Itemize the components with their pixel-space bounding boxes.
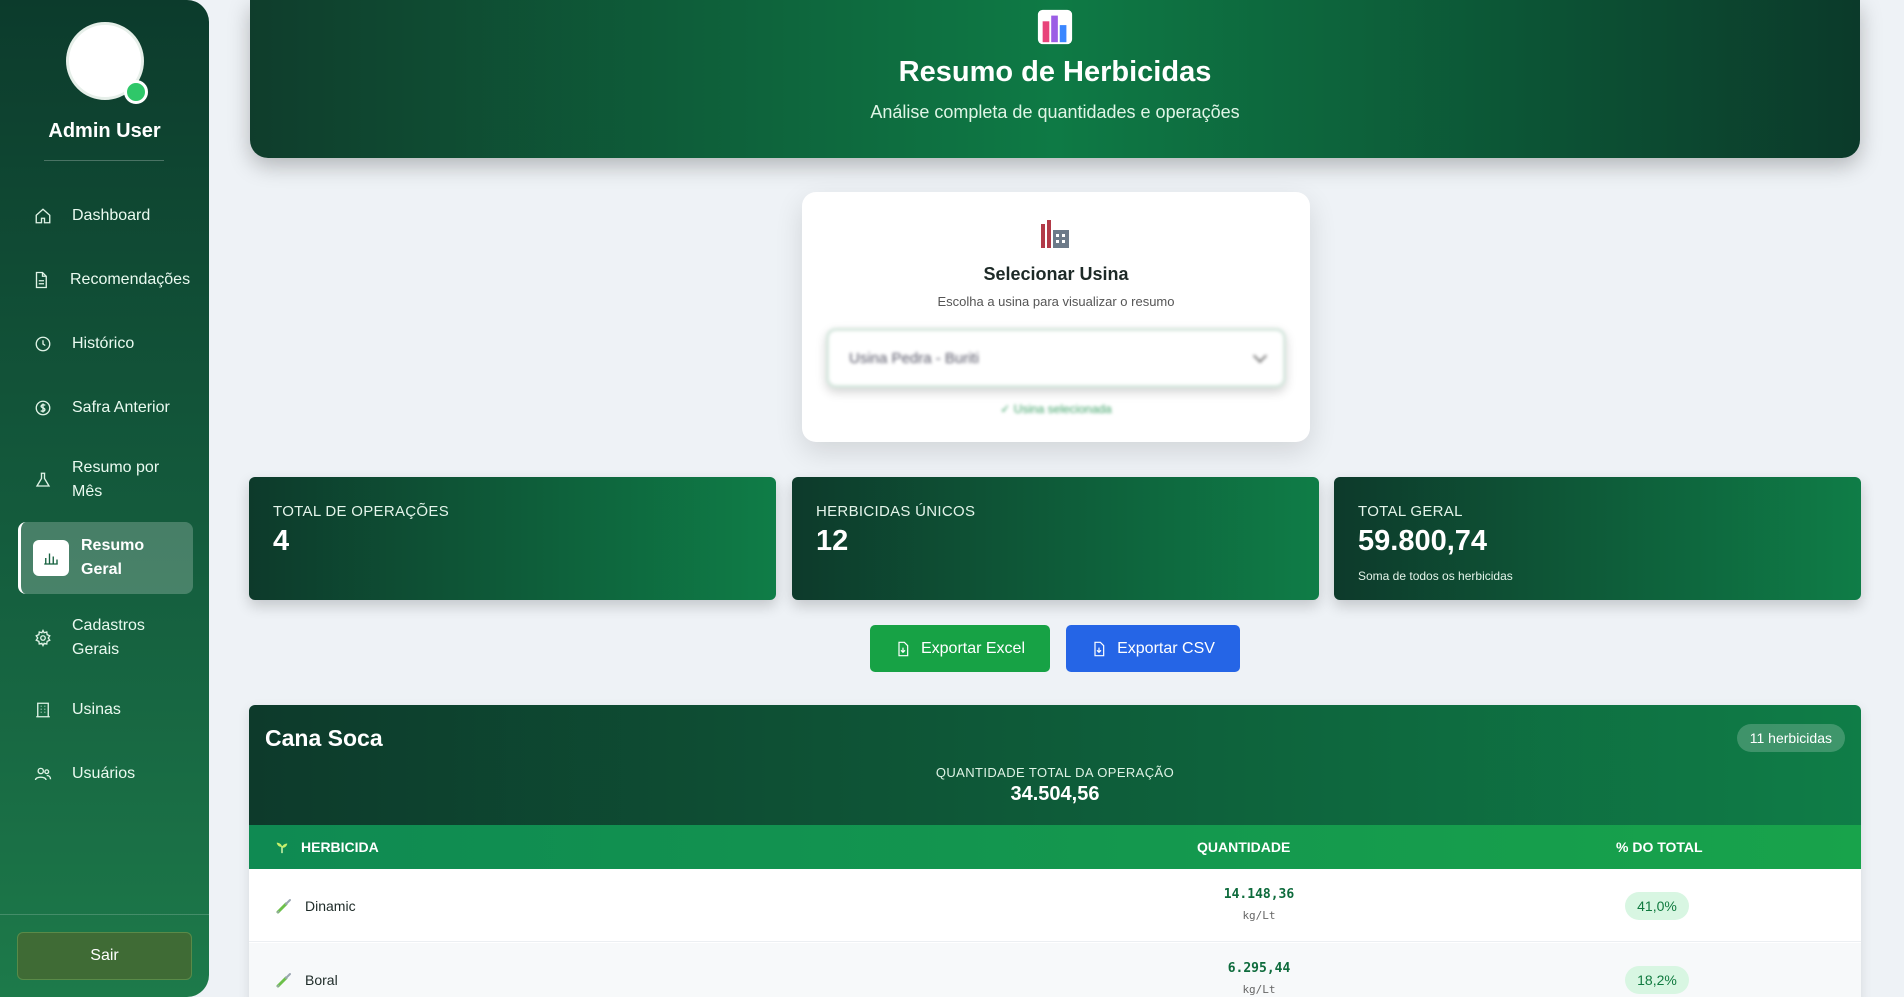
- sidebar-item-usuarios[interactable]: Usuários: [18, 760, 192, 788]
- syringe-icon: [276, 898, 291, 914]
- user-name: Admin User: [48, 120, 161, 142]
- chevron-down-icon: [1252, 348, 1268, 364]
- divider: [0, 914, 209, 915]
- stat-note: Soma de todos os herbicidas: [1358, 569, 1513, 583]
- document-icon: [30, 269, 52, 291]
- table-row[interactable]: Boral 6.295,44 kg/Lt 18,2%: [249, 943, 1861, 997]
- export-excel-button[interactable]: Exportar Excel: [870, 625, 1050, 672]
- usina-status-text: ✓ Usina selecionada: [1000, 402, 1112, 416]
- quantity-value: 6.295,44: [1227, 961, 1291, 976]
- operation-title: Cana Soca: [265, 725, 383, 751]
- sidebar-item-label: Usuários: [72, 765, 136, 782]
- percent-badge: 41,0%: [1625, 892, 1689, 920]
- file-download-icon: [898, 641, 909, 656]
- column-header-herbicida[interactable]: HERBICIDA: [275, 825, 379, 869]
- usina-selector-subtitle: Escolha a usina para visualizar o resumo: [937, 294, 1175, 309]
- usina-selector-card: Selecionar Usina Escolha a usina para vi…: [802, 192, 1310, 442]
- operation-header: Cana Soca 11 herbicidas QUANTIDADE TOTAL…: [249, 705, 1861, 825]
- usina-select[interactable]: Usina Pedra - Buriti: [826, 328, 1286, 388]
- sidebar-item-resumo-por-mes[interactable]: Resumo por Mês: [18, 455, 168, 505]
- sidebar-item-label: Recomendações: [70, 271, 191, 288]
- sidebar-item-label: Resumo por Mês: [72, 459, 160, 500]
- stat-card-herbicidas-unicos: HERBICIDAS ÚNICOS 12: [792, 477, 1319, 600]
- usina-select-value: Usina Pedra - Buriti: [849, 349, 980, 367]
- operation-panel: Cana Soca 11 herbicidas QUANTIDADE TOTAL…: [249, 705, 1861, 997]
- operation-total-value: 34.504,56: [1010, 783, 1100, 805]
- herbicide-name: Boral: [305, 971, 338, 988]
- sidebar-item-resumo-geral[interactable]: Resumo Geral: [18, 522, 193, 594]
- column-header-label: HERBICIDA: [301, 839, 379, 855]
- table-header: HERBICIDA QUANTIDADE % DO TOTAL: [249, 825, 1861, 869]
- sidebar: Admin User Dashboard Recomendações Histó…: [0, 0, 209, 997]
- column-header-percent[interactable]: % DO TOTAL: [1616, 825, 1703, 869]
- stat-label: TOTAL DE OPERAÇÕES: [273, 503, 449, 520]
- stat-label: TOTAL GERAL: [1358, 503, 1463, 520]
- herbicide-name-cell: Boral: [275, 943, 338, 997]
- syringe-icon: [276, 972, 291, 988]
- operation-total-label: QUANTIDADE TOTAL DA OPERAÇÃO: [935, 765, 1175, 780]
- herbicide-name-cell: Dinamic: [275, 869, 356, 942]
- flask-icon: [32, 469, 54, 491]
- export-csv-label: Exportar CSV: [1117, 639, 1215, 657]
- divider: [44, 160, 164, 161]
- sidebar-item-label: Resumo Geral: [81, 537, 145, 578]
- sidebar-item-historico[interactable]: Histórico: [18, 330, 192, 358]
- bar-chart-icon: [1037, 9, 1073, 45]
- clock-icon: [32, 333, 54, 355]
- herbicide-count-badge: 11 herbicidas: [1736, 724, 1845, 752]
- sidebar-item-safra-anterior[interactable]: Safra Anterior: [18, 394, 192, 422]
- quantity-unit: kg/Lt: [1242, 983, 1276, 996]
- sidebar-item-recomendacoes[interactable]: Recomendações: [16, 266, 190, 294]
- quantity-value: 14.148,36: [1223, 887, 1295, 902]
- column-header-quantidade[interactable]: QUANTIDADE: [1197, 825, 1290, 869]
- sprout-icon: [276, 842, 288, 854]
- sidebar-item-cadastros-gerais[interactable]: Cadastros Gerais: [18, 613, 168, 663]
- page-subtitle: Análise completa de quantidades e operaç…: [870, 102, 1240, 122]
- sidebar-item-label: Safra Anterior: [72, 399, 170, 416]
- file-download-icon: [1094, 641, 1105, 656]
- bar-chart-icon: [33, 540, 69, 576]
- gear-icon: [32, 627, 54, 649]
- sidebar-item-label: Cadastros Gerais: [72, 617, 145, 658]
- online-status-dot: [124, 80, 148, 104]
- stat-value: 59.800,74: [1358, 525, 1488, 557]
- page-header: Resumo de Herbicidas Análise completa de…: [250, 0, 1860, 158]
- sidebar-item-label: Histórico: [72, 335, 135, 352]
- sidebar-item-usinas[interactable]: Usinas: [18, 696, 192, 724]
- users-icon: [32, 763, 54, 785]
- building-icon: [32, 699, 54, 721]
- stat-label: HERBICIDAS ÚNICOS: [816, 503, 976, 520]
- stat-value: 4: [273, 525, 290, 557]
- factory-icon: [1041, 220, 1069, 248]
- quantity-unit: kg/Lt: [1242, 909, 1276, 922]
- stat-value: 12: [816, 525, 849, 557]
- usina-selector-title: Selecionar Usina: [983, 264, 1129, 284]
- page-title: Resumo de Herbicidas: [898, 56, 1212, 88]
- sidebar-item-label: Usinas: [72, 701, 121, 718]
- logout-button[interactable]: Sair: [17, 932, 192, 980]
- stat-card-total-geral: TOTAL GERAL 59.800,74 Soma de todos os h…: [1334, 477, 1861, 600]
- sidebar-item-dashboard[interactable]: Dashboard: [18, 202, 192, 230]
- dollar-icon: [32, 397, 54, 419]
- sidebar-item-label: Dashboard: [72, 207, 151, 224]
- herbicide-name: Dinamic: [305, 897, 356, 914]
- stat-card-total-operacoes: TOTAL DE OPERAÇÕES 4: [249, 477, 776, 600]
- export-excel-label: Exportar Excel: [920, 639, 1026, 657]
- home-icon: [32, 205, 54, 227]
- export-csv-button[interactable]: Exportar CSV: [1066, 625, 1240, 672]
- percent-badge: 18,2%: [1625, 966, 1689, 994]
- table-row[interactable]: Dinamic 14.148,36 kg/Lt 41,0%: [249, 869, 1861, 942]
